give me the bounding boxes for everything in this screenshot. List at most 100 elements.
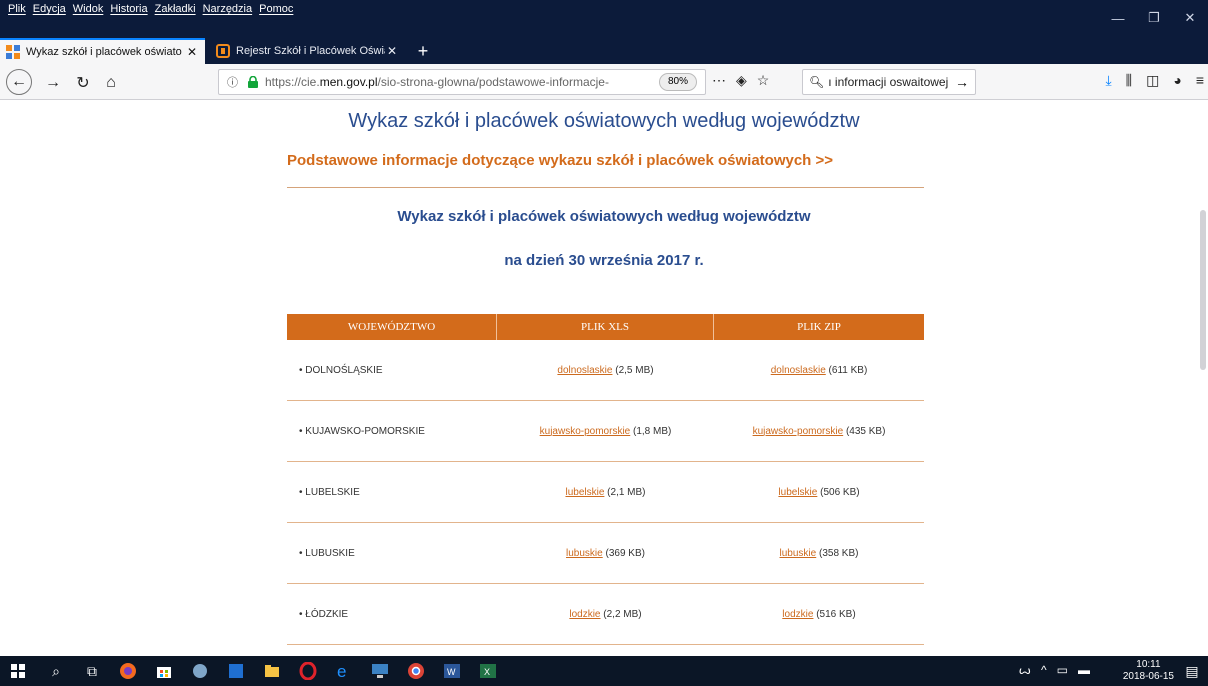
excel-icon[interactable]: X <box>478 661 498 681</box>
firefox-icon[interactable] <box>118 661 138 681</box>
clock-time: 10:11 <box>1136 659 1161 670</box>
pocket-icon[interactable]: ◈ <box>736 72 747 89</box>
menu-widok[interactable]: Widok <box>73 3 104 15</box>
search-taskbar-icon[interactable]: ⌕ <box>46 661 66 681</box>
voivodeship-name: • KUJAWSKO-POMORSKIE <box>299 425 425 437</box>
zip-link[interactable]: lubelskie <box>778 487 817 498</box>
close-tab-icon[interactable]: ✕ <box>385 44 399 58</box>
xls-cell: kujawsko-pomorskie (1,8 MB) <box>539 425 672 437</box>
extension-icon[interactable]: ◕ <box>1173 72 1181 89</box>
minimize-button[interactable]: — <box>1100 0 1136 36</box>
site-info-icon[interactable]: ⓘ <box>227 74 243 90</box>
tab-wykaz[interactable]: Wykaz szkół i placówek oświato ✕ <box>0 38 205 64</box>
menu-edycja[interactable]: Edycja <box>33 3 66 15</box>
edge-icon[interactable]: e <box>334 661 354 681</box>
network-icon[interactable]: ▭ <box>1057 663 1068 677</box>
voivodeship-table: WOJEWÓDZTWO PLIK XLS PLIK ZIP • DOLNOŚLĄ… <box>287 314 924 645</box>
store-icon[interactable] <box>154 661 174 681</box>
menu-narzedzia[interactable]: Narzędzia <box>203 3 253 15</box>
search-go-icon[interactable]: → <box>955 74 975 90</box>
opera-icon[interactable] <box>298 661 318 681</box>
zoom-indicator[interactable]: 80% <box>658 73 697 91</box>
zip-link[interactable]: lodzkie <box>782 609 813 620</box>
men-favicon-icon <box>6 45 20 59</box>
xls-cell: lodzkie (2,2 MB) <box>569 608 642 620</box>
back-icon[interactable]: ← <box>6 69 32 95</box>
xls-link[interactable]: lubuskie <box>566 548 603 559</box>
rspo-favicon-icon <box>216 44 230 58</box>
zip-link[interactable]: dolnoslaskie <box>771 365 826 376</box>
xls-link[interactable]: kujawsko-pomorskie <box>540 426 631 437</box>
xls-cell: dolnoslaskie (2,5 MB) <box>557 364 654 376</box>
chrome-icon[interactable] <box>406 661 426 681</box>
clock[interactable]: 10:11 2018-06-15 <box>1123 659 1174 683</box>
monitor-app-icon[interactable] <box>370 661 390 681</box>
zip-cell: lodzkie (516 KB) <box>782 608 856 620</box>
app-blue-icon[interactable] <box>226 661 246 681</box>
list-heading: Wykaz szkół i placówek oświatowych wedłu… <box>397 208 811 225</box>
menu-zakladki[interactable]: Zakładki <box>155 3 196 15</box>
svg-text:X: X <box>484 667 490 677</box>
menu-pomoc[interactable]: Pomoc <box>259 3 293 15</box>
tab-rejestr[interactable]: Rejestr Szkół i Placówek Oświat ✕ <box>210 38 405 64</box>
search-bar[interactable]: 🔍︎ ı informacji oswaitowej → <box>802 69 976 95</box>
search-icon: 🔍︎ <box>809 75 825 89</box>
page-content: Wykaz szkół i placówek oświatowych wedłu… <box>0 100 1208 656</box>
sidebar-icon[interactable]: ◫ <box>1146 72 1159 89</box>
tab-title: Wykaz szkół i placówek oświato <box>26 46 182 58</box>
windows-taskbar: ⌕ ⧉ e W X ꙍ ^ ▭ ▬ 10:11 2018-06-15 ▤ <box>0 656 1208 686</box>
app-icon[interactable] <box>190 661 210 681</box>
battery-icon[interactable]: ▬ <box>1078 663 1090 677</box>
chevron-up-icon[interactable]: ^ <box>1041 663 1047 677</box>
xls-link[interactable]: dolnoslaskie <box>557 365 612 376</box>
xls-link[interactable]: lodzkie <box>569 609 600 620</box>
windows-start-icon[interactable] <box>8 661 28 681</box>
zip-cell: dolnoslaskie (611 KB) <box>770 364 868 376</box>
divider <box>287 187 924 188</box>
task-view-icon[interactable]: ⧉ <box>82 661 102 681</box>
download-icon[interactable]: ⤓ <box>1105 72 1111 89</box>
voivodeship-name: • LUBELSKIE <box>299 486 360 498</box>
voivodeship-name: • DOLNOŚLĄSKIE <box>299 364 383 376</box>
page-actions-icon[interactable]: ⋯ <box>712 72 726 89</box>
hamburger-menu-icon[interactable]: ≡ <box>1196 72 1204 89</box>
menu-historia[interactable]: Historia <box>110 3 147 15</box>
address-bar[interactable]: ⓘ https://cie.men.gov.pl/sio-strona-glow… <box>218 69 706 95</box>
list-date: na dzień 30 września 2017 r. <box>504 252 704 269</box>
menu-plik[interactable]: Plik <box>8 3 26 15</box>
bookmark-star-icon[interactable]: ☆ <box>757 72 770 89</box>
zip-cell: kujawsko-pomorskie (435 KB) <box>752 425 886 437</box>
table-row: • LUBUSKIE lubuskie (369 KB) lubuskie (3… <box>287 523 924 584</box>
zip-cell: lubuskie (358 KB) <box>779 547 859 559</box>
zip-link[interactable]: lubuskie <box>780 548 817 559</box>
table-row: • LUBELSKIE lubelskie (2,1 MB) lubelskie… <box>287 462 924 523</box>
close-tab-icon[interactable]: ✕ <box>185 45 199 59</box>
table-row: • ŁÓDZKIE lodzkie (2,2 MB) lodzkie (516 … <box>287 584 924 645</box>
lock-icon <box>248 76 258 88</box>
restore-button[interactable]: ❐ <box>1136 0 1172 36</box>
svg-text:W: W <box>447 667 456 677</box>
xls-cell: lubuskie (369 KB) <box>566 547 645 559</box>
xls-link[interactable]: lubelskie <box>565 487 604 498</box>
close-window-button[interactable]: ✕ <box>1172 0 1208 36</box>
header-plik-zip: PLIK ZIP <box>797 321 841 333</box>
basic-info-link[interactable]: Podstawowe informacje dotyczące wykazu s… <box>287 152 833 169</box>
tab-title: Rejestr Szkół i Placówek Oświat <box>236 45 385 57</box>
home-icon[interactable]: ⌂ <box>100 72 122 94</box>
voivodeship-name: • LUBUSKIE <box>299 547 355 559</box>
svg-text:e: e <box>337 662 346 680</box>
url-text: https://cie.men.gov.pl/sio-strona-glowna… <box>265 75 609 89</box>
scrollbar-thumb[interactable] <box>1200 210 1206 370</box>
page-title: Wykaz szkół i placówek oświatowych wedłu… <box>348 110 860 132</box>
new-tab-button[interactable]: + <box>412 40 434 62</box>
reload-icon[interactable]: ↻ <box>72 72 94 94</box>
file-explorer-icon[interactable] <box>262 661 282 681</box>
word-icon[interactable]: W <box>442 661 462 681</box>
library-icon[interactable]: ⫼ <box>1126 72 1132 89</box>
people-icon[interactable]: ꙍ <box>1019 663 1031 677</box>
search-input[interactable]: ı informacji oswaitowej <box>828 75 955 89</box>
notifications-icon[interactable]: ▤ <box>1182 661 1202 681</box>
forward-icon[interactable]: → <box>42 72 64 94</box>
zip-cell: lubelskie (506 KB) <box>778 486 860 498</box>
zip-link[interactable]: kujawsko-pomorskie <box>753 426 844 437</box>
